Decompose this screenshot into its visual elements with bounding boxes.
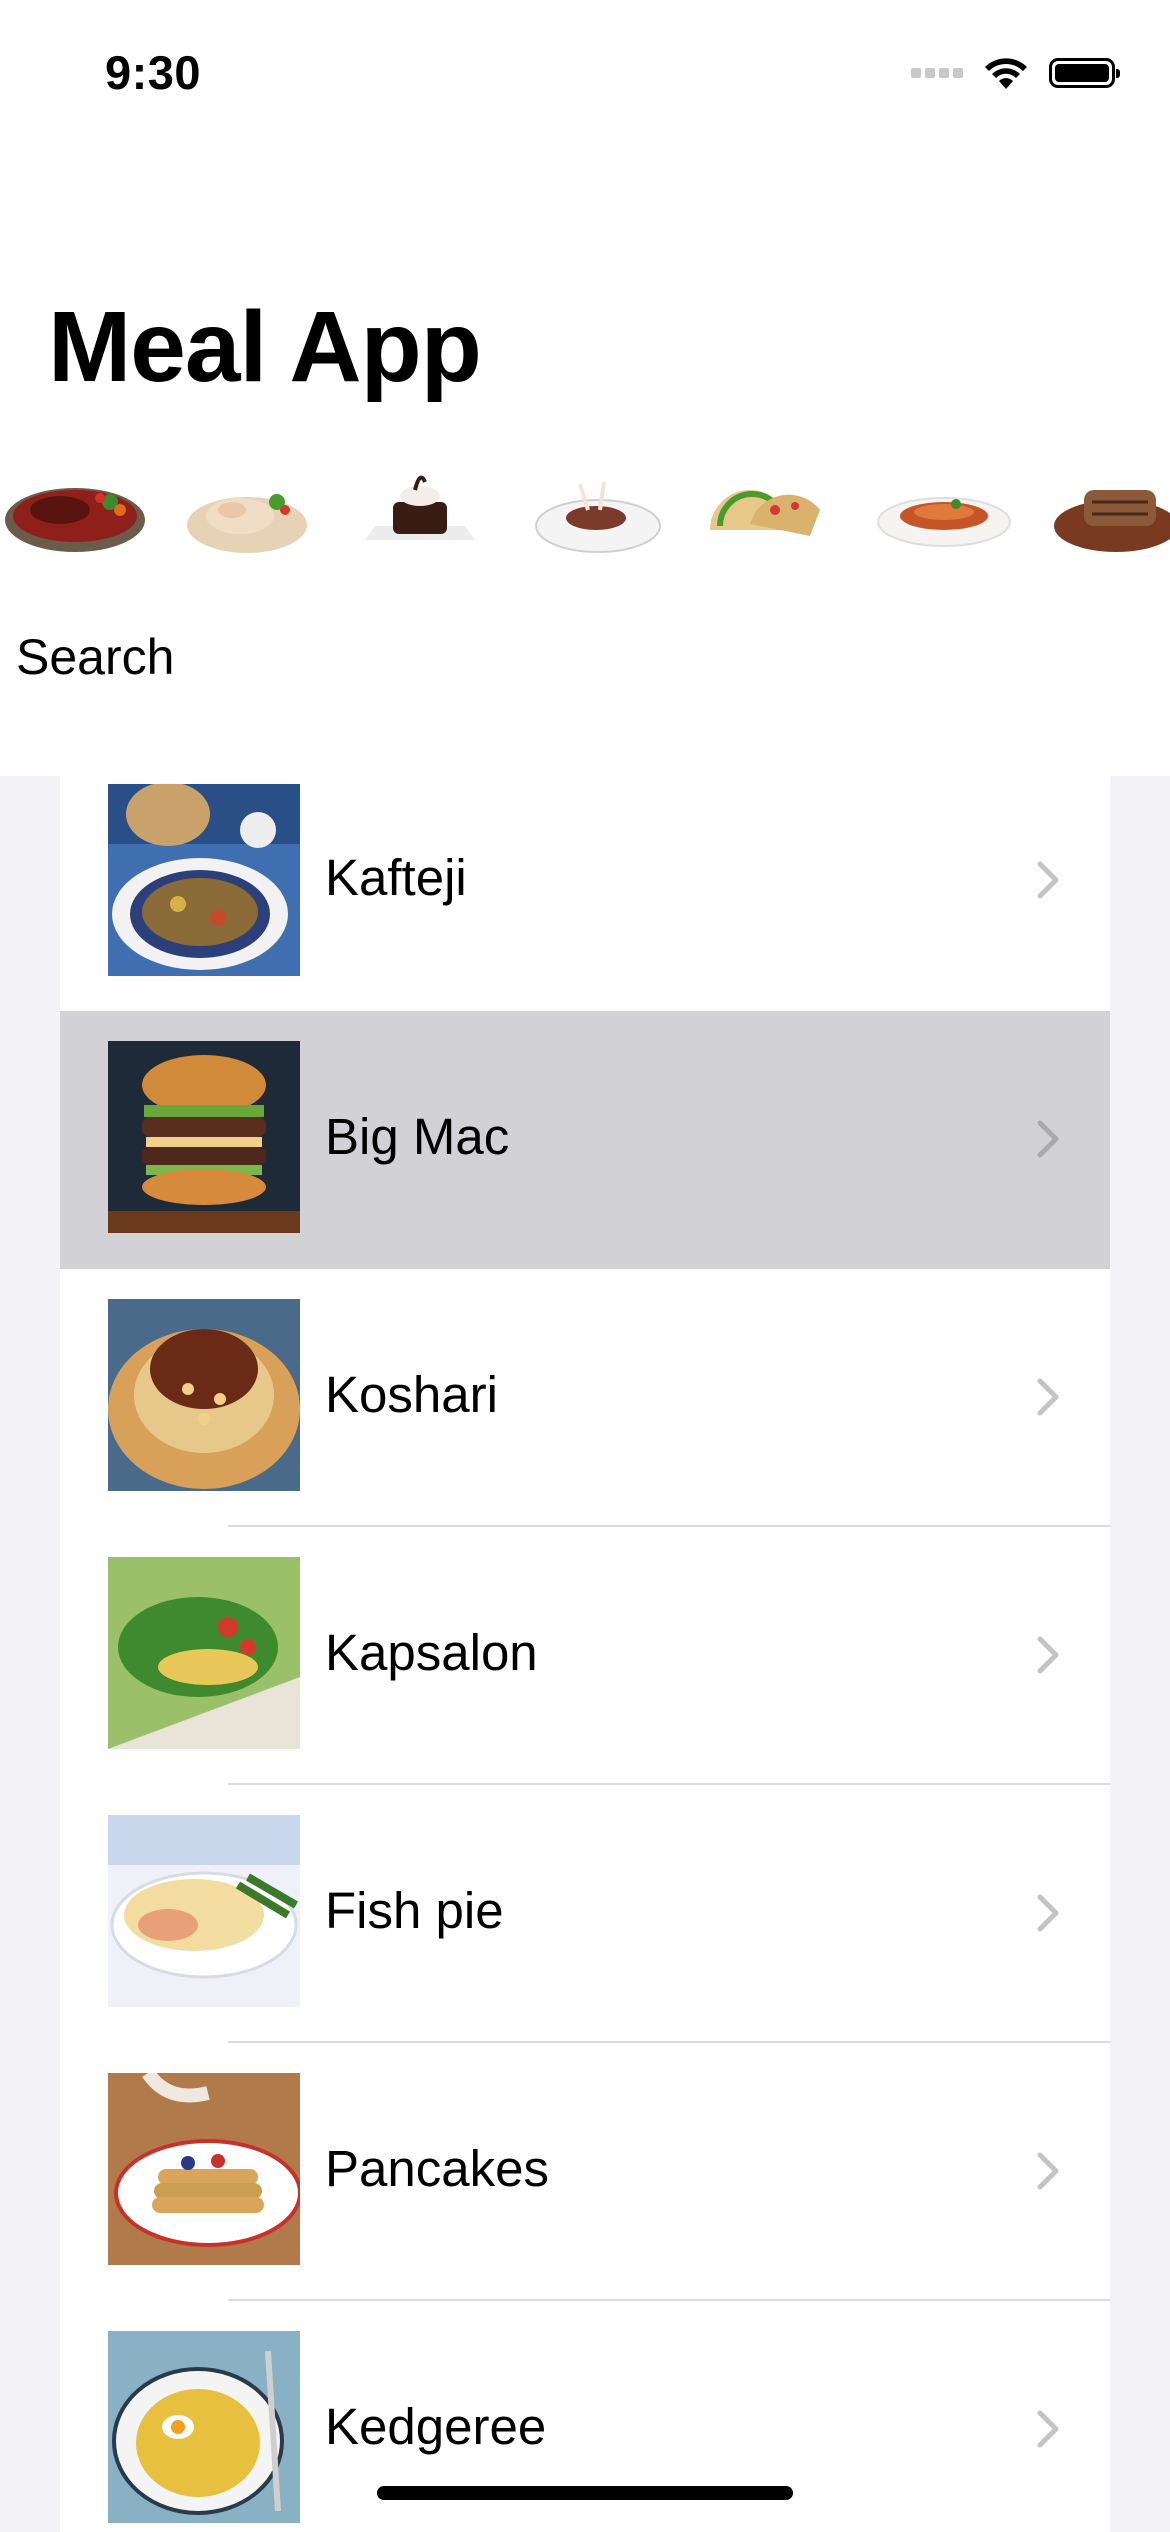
meal-list[interactable]: Kafteji Big Mac Koshari Kapsalon Fish pi…: [60, 776, 1110, 2532]
category-tacos[interactable]: [690, 440, 840, 580]
cellular-signal-icon: [911, 68, 963, 78]
chevron-right-icon: [1037, 861, 1059, 899]
search-label[interactable]: Search: [16, 628, 174, 686]
list-item[interactable]: Kapsalon: [60, 1527, 1110, 1785]
list-item[interactable]: Kafteji: [60, 776, 1110, 1011]
status-bar: 9:30: [0, 0, 1170, 150]
lamb-plate-icon: [535, 481, 661, 553]
pasta-plate-icon: [877, 497, 1011, 547]
category-dessert[interactable]: [345, 440, 495, 580]
meal-name: Kedgeree: [325, 2398, 547, 2455]
meal-thumbnail: [108, 1041, 300, 1233]
chevron-right-icon: [1037, 1378, 1059, 1416]
status-time: 9:30: [105, 46, 202, 99]
meal-name: Fish pie: [325, 1882, 504, 1939]
home-indicator[interactable]: [377, 2486, 793, 2500]
category-grill[interactable]: [1036, 440, 1170, 580]
chevron-right-icon: [1037, 2410, 1059, 2448]
steak-plate-icon: [5, 488, 145, 552]
tacos-icon: [710, 490, 820, 536]
meal-thumbnail: [108, 1557, 300, 1749]
meal-thumbnail: [108, 2073, 300, 2265]
list-item[interactable]: Koshari: [60, 1269, 1110, 1527]
chevron-right-icon: [1037, 1120, 1059, 1158]
category-chicken[interactable]: [172, 440, 322, 580]
chicken-plate-icon: [187, 494, 307, 553]
meal-name: Kapsalon: [325, 1624, 538, 1681]
category-carousel[interactable]: [0, 440, 1170, 580]
meal-thumbnail: [108, 2331, 300, 2523]
meal-thumbnail: [108, 1299, 300, 1491]
page-title: Meal App: [48, 291, 482, 403]
chevron-right-icon: [1037, 2152, 1059, 2190]
meal-thumbnail: [108, 1815, 300, 2007]
chevron-right-icon: [1037, 1636, 1059, 1674]
meal-name: Koshari: [325, 1366, 498, 1423]
status-icons: [911, 50, 1120, 96]
list-item[interactable]: Big Mac: [60, 1011, 1110, 1269]
meal-name: Kafteji: [325, 849, 467, 906]
category-steak[interactable]: [0, 440, 150, 580]
meal-name: Pancakes: [325, 2140, 549, 2197]
wifi-icon: [985, 58, 1027, 89]
category-pasta[interactable]: [864, 440, 1014, 580]
category-lamb[interactable]: [518, 440, 668, 580]
grill-board-icon: [1054, 490, 1170, 552]
meal-name: Big Mac: [325, 1108, 510, 1165]
battery-icon: [1049, 58, 1120, 88]
chevron-right-icon: [1037, 1894, 1059, 1932]
meal-thumbnail: [108, 784, 300, 976]
meal-list-area[interactable]: Kafteji Big Mac Koshari Kapsalon Fish pi…: [0, 776, 1170, 2532]
list-item[interactable]: Fish pie: [60, 1785, 1110, 2043]
chocolate-cake-icon: [365, 475, 475, 540]
list-item[interactable]: Pancakes: [60, 2043, 1110, 2301]
